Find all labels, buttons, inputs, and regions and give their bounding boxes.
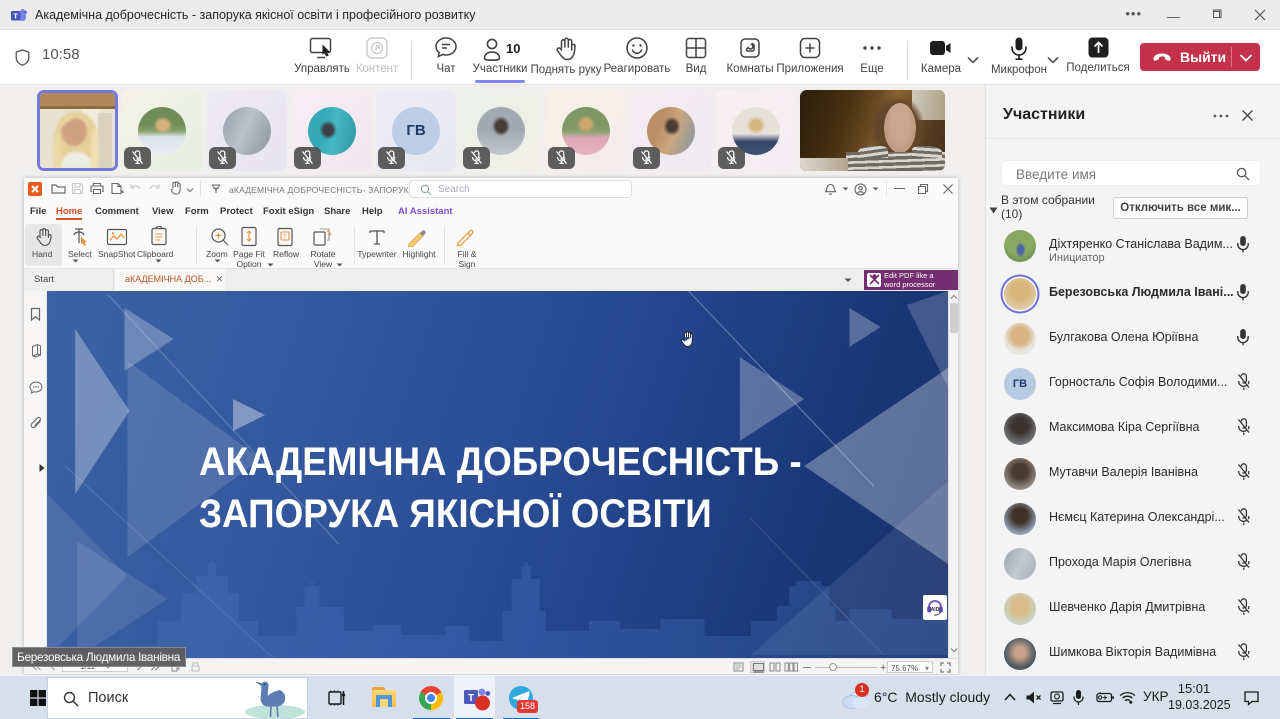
svg-text:T: T bbox=[283, 235, 287, 241]
svg-text:AID: AID bbox=[931, 607, 940, 613]
svg-text:T: T bbox=[13, 12, 18, 21]
svg-text:T: T bbox=[468, 693, 474, 704]
